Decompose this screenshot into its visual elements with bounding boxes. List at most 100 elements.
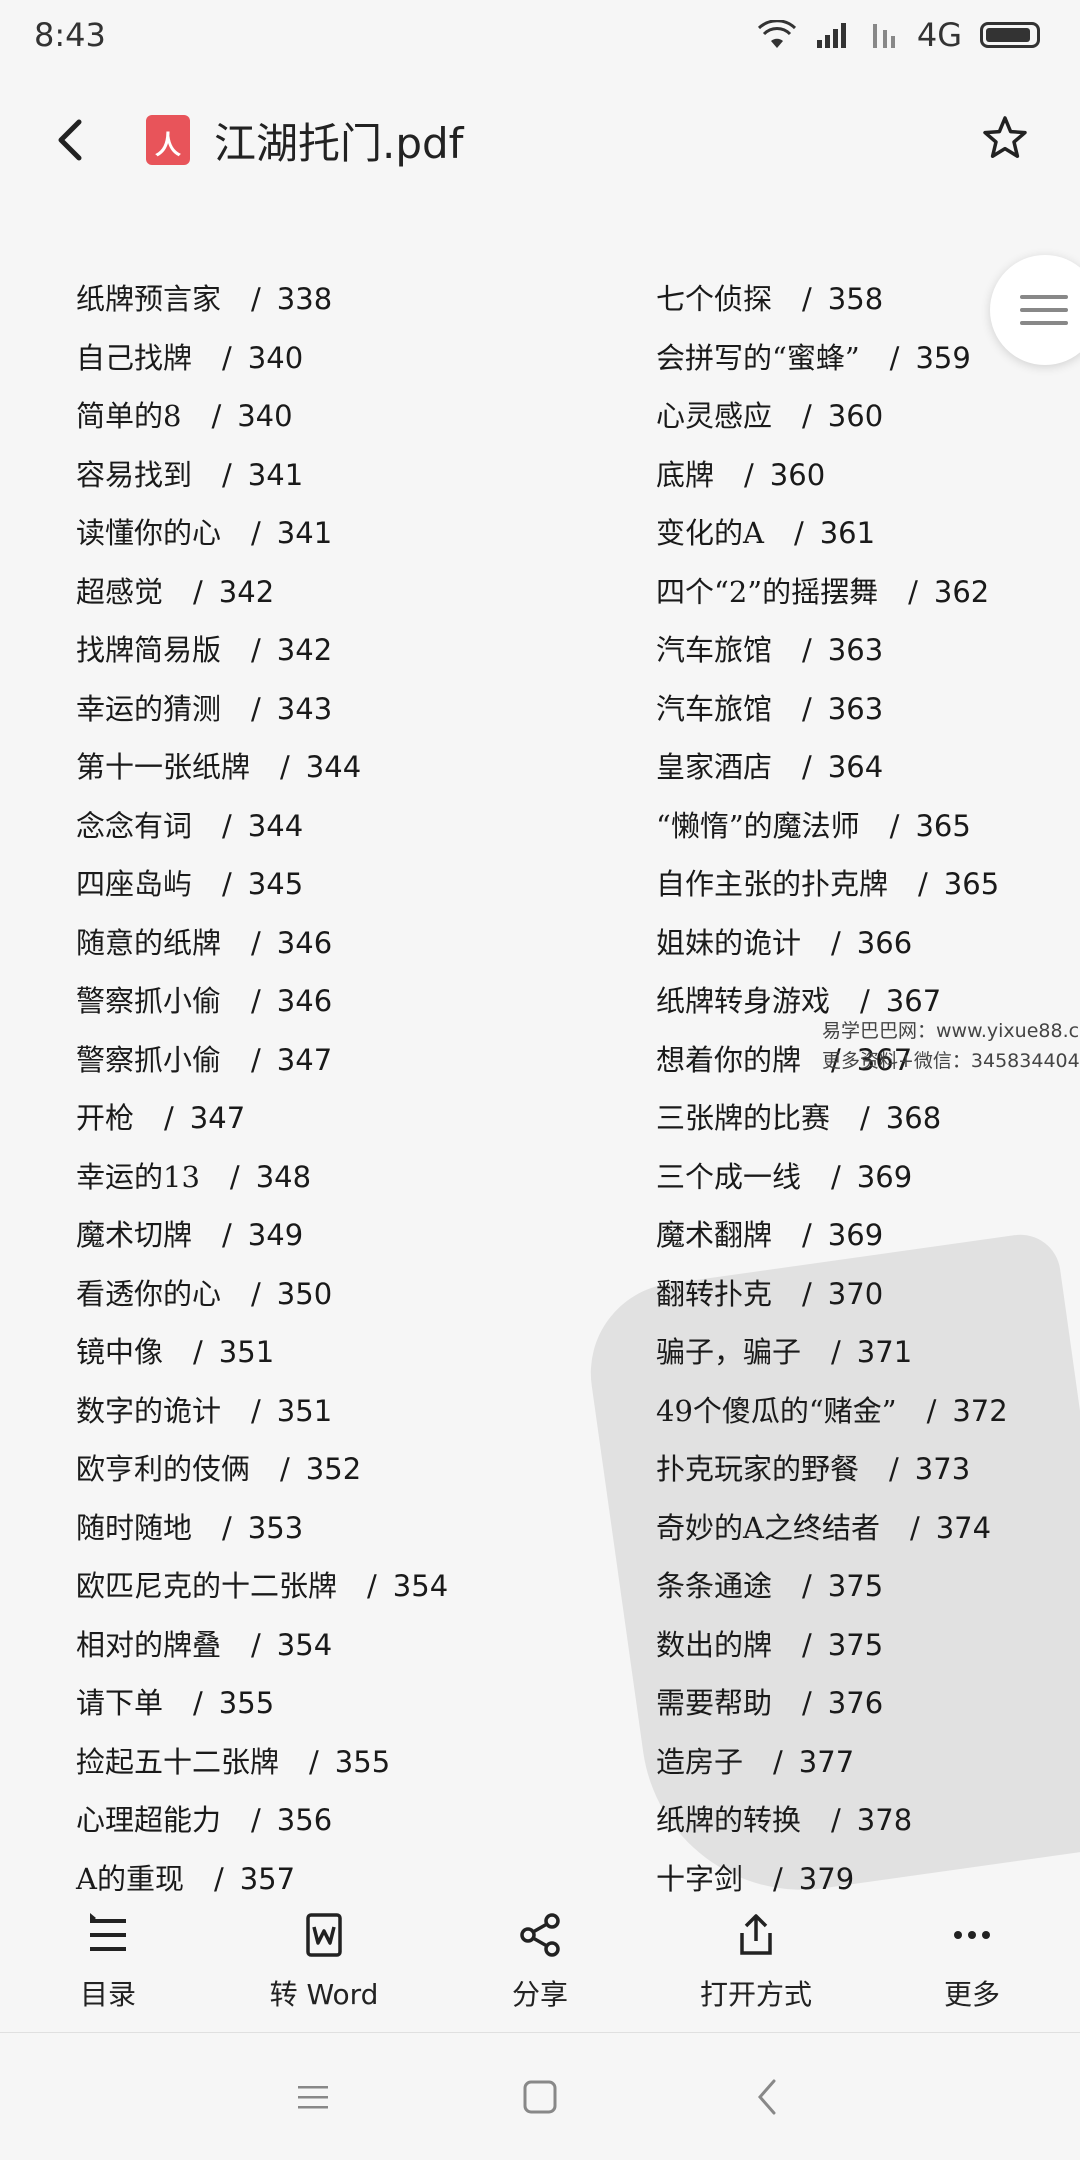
toc-separator: / (251, 1276, 261, 1311)
toc-entry[interactable]: 三张牌的比赛 / 368 (656, 1089, 1076, 1148)
toc-separator: / (193, 1686, 203, 1720)
toc-entry[interactable]: 变化的A / 361 (656, 504, 1076, 563)
toc-entry-title: 第十一张纸牌 (76, 750, 251, 784)
toc-entry[interactable]: 简单的8 / 340 (76, 387, 596, 446)
toc-entry[interactable]: 心理超能力 / 356 (76, 1791, 596, 1850)
toc-entry-page: 340 (247, 340, 304, 375)
toc-entry-page: 374 (935, 1510, 992, 1545)
nav-menu-button[interactable] (273, 2057, 353, 2137)
toc-entry[interactable]: 四个“2”的摇摆舞 / 362 (656, 563, 1076, 622)
toc-entry-page: 360 (827, 399, 884, 433)
table-of-contents: 纸牌预言家/338 自己找牌/340 简单的8/340 容易找到/341 读懂你的心/3… (0, 270, 1080, 1896)
open-with-button[interactable]: 打开方式 (648, 1892, 864, 2032)
toc-entry-title: 请下单 (76, 1686, 164, 1720)
toc-entry[interactable]: 第十一张纸牌 / 344 (76, 738, 596, 797)
toc-entry[interactable]: 欧匹尼克的十二张牌 / 354 (76, 1557, 596, 1616)
watermark-text: 易学巴巴网：www.yixue88.cn 更多资料+微信：3458344044 (822, 1020, 1080, 1072)
toc-separator: / (860, 984, 870, 1018)
toc-entry[interactable]: 四座岛屿 / 345 (76, 855, 596, 914)
toc-entry[interactable]: 警察抓小偷 / 347 (76, 1031, 596, 1090)
toc-entry-page: 347 (189, 1101, 246, 1135)
toc-entry[interactable]: 翻转扑克 / 370 (656, 1265, 1076, 1324)
toc-entry[interactable]: “懒惰”的魔法师 / 365 (656, 797, 1076, 856)
toc-entry[interactable]: 49个傻瓜的“赌金” / 372 (656, 1382, 1076, 1441)
toc-entry-title: 欧亨利的伎俩 (76, 1452, 251, 1486)
toc-entry-title: 底牌 (656, 457, 715, 492)
toc-entry[interactable]: 魔术翻牌 / 369 (656, 1206, 1076, 1265)
toc-entry-title: 纸牌预言家 (76, 282, 222, 316)
toc-entry-title: 容易找到 (76, 457, 193, 492)
nav-home-button[interactable] (500, 2057, 580, 2137)
toc-entry-page: 349 (247, 1218, 304, 1252)
more-button[interactable]: 更多 (864, 1892, 1080, 2032)
toc-separator: / (802, 1569, 812, 1603)
toc-entry-page: 355 (334, 1744, 391, 1779)
toc-separator: / (222, 1510, 232, 1545)
back-arrow-icon (757, 2079, 776, 2114)
nav-back-button[interactable] (727, 2057, 807, 2137)
toc-separator: / (309, 1744, 319, 1779)
toc-entry-title: 姐妹的诡计 (656, 925, 802, 960)
toc-entry-title: A的重现 (76, 1861, 184, 1896)
toc-entry-title: 想着你的牌 (656, 1042, 802, 1077)
toc-entry[interactable]: 容易找到 / 341 (76, 446, 596, 505)
favorite-button[interactable] (970, 103, 1040, 173)
toc-entry[interactable]: 欧亨利的伎俩 / 352 (76, 1440, 596, 1499)
toc-entry[interactable]: 条条通途 / 375 (656, 1557, 1076, 1616)
toc-entry[interactable]: 读懂你的心 / 341 (76, 504, 596, 563)
toc-entry[interactable]: 自作主张的扑克牌 / 365 (656, 855, 1076, 914)
toc-entry[interactable]: 扑克玩家的野餐 / 373 (656, 1440, 1076, 1499)
toc-entry[interactable]: 幸运的13 / 348 (76, 1148, 596, 1207)
toc-entry-page: 345 (247, 867, 304, 901)
toc-entry[interactable]: 需要帮助 / 376 (656, 1674, 1076, 1733)
toc-entry[interactable]: 找牌简易版 / 342 (76, 621, 596, 680)
contents-button[interactable]: 目录 (0, 1892, 216, 2032)
toc-entry[interactable]: 纸牌预言家 / 338 (76, 270, 596, 329)
toc-entry[interactable]: 相对的牌叠 / 354 (76, 1616, 596, 1675)
toc-entry[interactable]: 骗子，骗子 / 371 (656, 1323, 1076, 1382)
toc-separator: / (213, 1861, 224, 1896)
toc-separator: / (909, 1510, 920, 1545)
toc-entry[interactable]: 纸牌的转换 / 378 (656, 1791, 1076, 1850)
toc-entry[interactable]: 开枪 / 347 (76, 1089, 596, 1148)
toc-entry[interactable]: 汽车旅馆 / 363 (656, 680, 1076, 739)
toc-entry[interactable]: 奇妙的A之终结者 / 374 (656, 1499, 1076, 1558)
toc-entry[interactable]: 看透你的心 / 350 (76, 1265, 596, 1324)
toc-entry[interactable]: 警察抓小偷 / 346 (76, 972, 596, 1031)
toc-entry[interactable]: 数出的牌 / 375 (656, 1616, 1076, 1675)
toc-entry[interactable]: 姐妹的诡计 / 366 (656, 914, 1076, 973)
app-header: 人 江湖托门.pdf (0, 95, 1080, 185)
toc-entry[interactable]: 汽车旅馆 / 363 (656, 621, 1076, 680)
toc-entry[interactable]: 随意的纸牌 / 346 (76, 914, 596, 973)
toc-entry[interactable]: 自己找牌 / 340 (76, 329, 596, 388)
convert-to-word-button[interactable]: 转 Word (216, 1892, 432, 2032)
toc-entry[interactable]: 数字的诡计 / 351 (76, 1382, 596, 1441)
toc-entry-page: 369 (827, 1218, 884, 1252)
toc-entry[interactable]: 皇家酒店 / 364 (656, 738, 1076, 797)
toc-entry-page: 375 (827, 1627, 884, 1662)
toc-entry[interactable]: 请下单 / 355 (76, 1674, 596, 1733)
toc-entry-title: 看透你的心 (76, 1276, 222, 1311)
toc-entry[interactable]: 三个成一线 / 369 (656, 1148, 1076, 1207)
share-button[interactable]: 分享 (432, 1892, 648, 2032)
toc-entry[interactable]: 底牌 / 360 (656, 446, 1076, 505)
toc-entry-page: 376 (827, 1686, 884, 1720)
toc-entry[interactable]: 超感觉 / 342 (76, 563, 596, 622)
toc-entry-page: 370 (827, 1276, 884, 1311)
home-square-icon (523, 2080, 557, 2113)
toc-entry-title: 变化的A (656, 516, 764, 550)
toc-entry[interactable]: 幸运的猜测 / 343 (76, 680, 596, 739)
toc-entry[interactable]: 造房子 / 377 (656, 1733, 1076, 1792)
toc-entry[interactable]: 随时随地 / 353 (76, 1499, 596, 1558)
toc-entry-page: 358 (827, 282, 884, 316)
toc-separator: / (802, 633, 812, 667)
toc-entry[interactable]: 魔术切牌 / 349 (76, 1206, 596, 1265)
toc-entry[interactable]: 捡起五十二张牌 / 355 (76, 1733, 596, 1792)
back-button[interactable] (40, 100, 100, 180)
toc-separator: / (802, 1686, 812, 1720)
toc-entry[interactable]: 镜中像 / 351 (76, 1323, 596, 1382)
toc-entry[interactable]: 念念有词 / 344 (76, 797, 596, 856)
toc-separator: / (802, 1276, 812, 1311)
toc-entry-title: 三张牌的比赛 (656, 1101, 831, 1135)
toc-entry[interactable]: 心灵感应 / 360 (656, 387, 1076, 446)
